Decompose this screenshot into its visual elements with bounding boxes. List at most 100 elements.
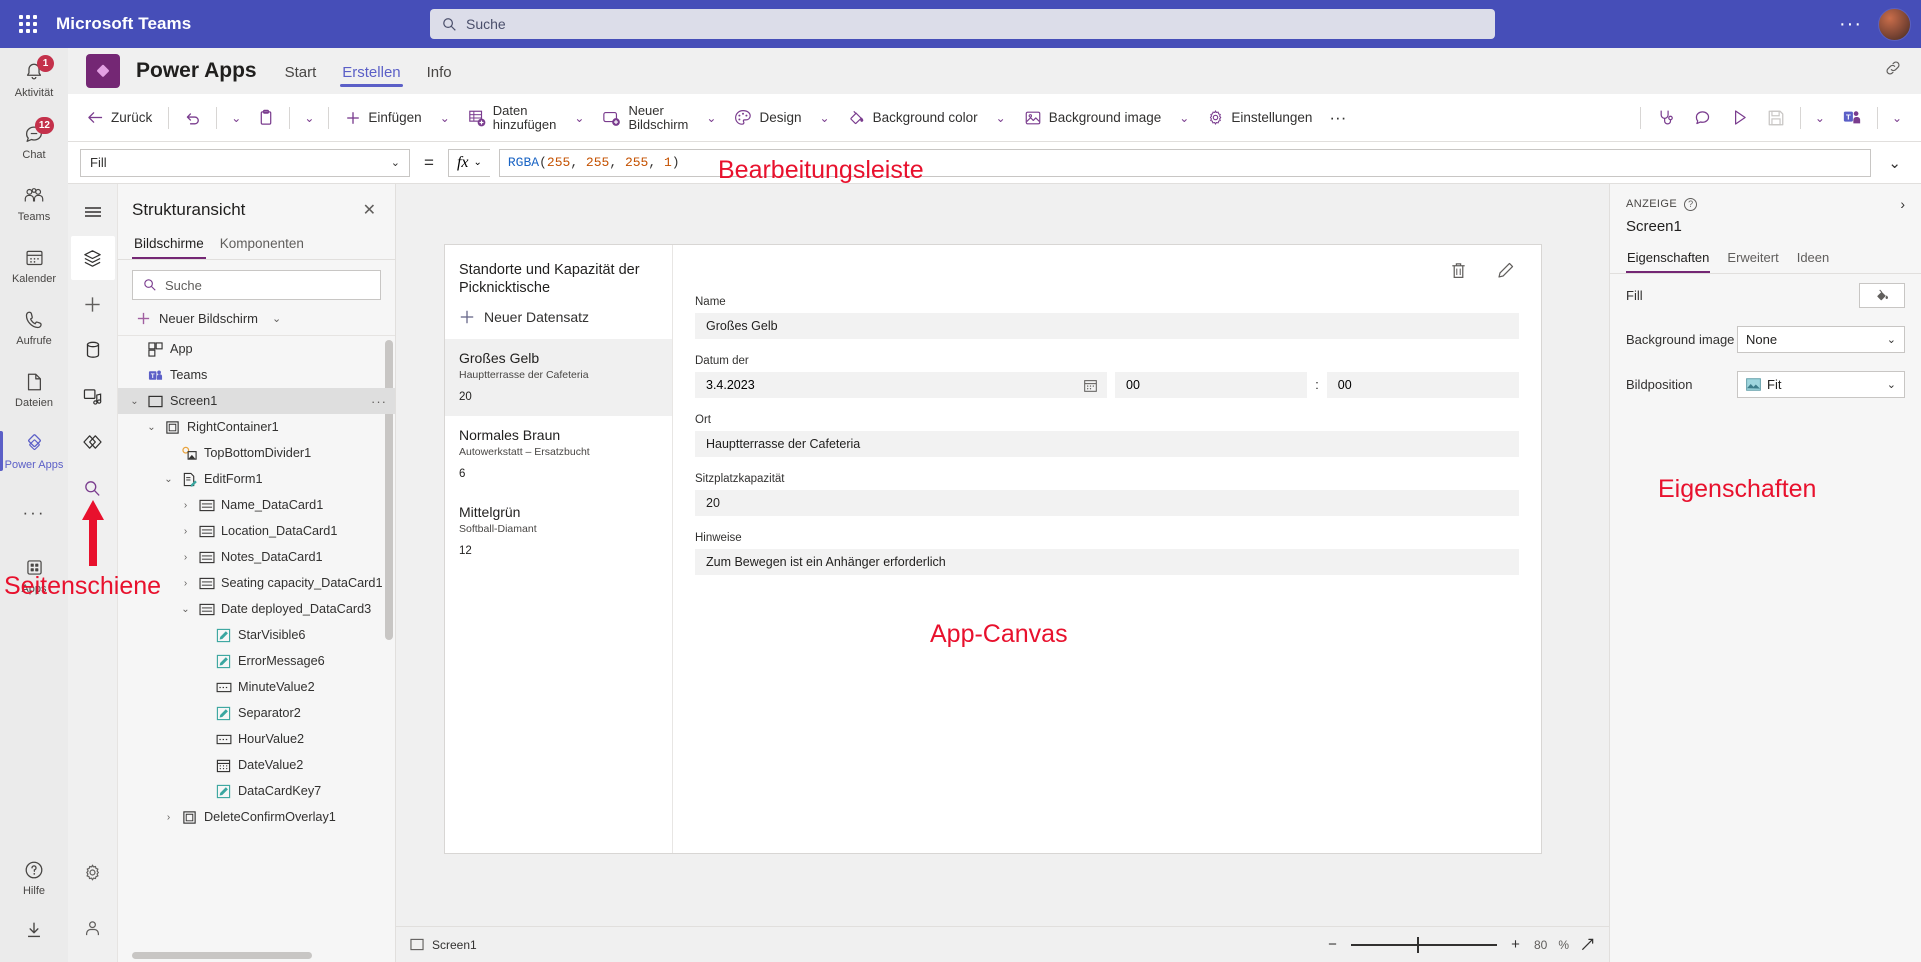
field-input-sitzplatzkapazitat[interactable]: 20 bbox=[695, 490, 1519, 516]
save-chevron-icon[interactable]: ⌄ bbox=[1808, 105, 1832, 131]
gallery-control[interactable]: Standorte und Kapazität der Picknicktisc… bbox=[445, 245, 673, 853]
redo-chevron-icon[interactable]: ⌄ bbox=[224, 105, 248, 131]
media-icon[interactable] bbox=[71, 374, 115, 418]
chevron-down-icon[interactable]: ⌄ bbox=[162, 474, 175, 485]
tree-node[interactable]: › Name_DataCard1 bbox=[118, 492, 395, 518]
field-input-hinweise[interactable]: Zum Bewegen ist ein Anhänger erforderlic… bbox=[695, 549, 1519, 575]
download-app-button[interactable] bbox=[0, 910, 68, 950]
fill-color-picker[interactable] bbox=[1859, 283, 1905, 308]
fit-screen-icon[interactable] bbox=[1580, 937, 1595, 952]
background-image-dropdown[interactable]: None ⌄ bbox=[1737, 326, 1905, 353]
app-checker-button[interactable] bbox=[1648, 102, 1683, 133]
background-color-chevron-icon[interactable]: ⌄ bbox=[989, 105, 1013, 131]
theme-chevron-icon[interactable]: ⌄ bbox=[813, 105, 837, 131]
insert-button[interactable]: Einfügen bbox=[336, 105, 430, 131]
paste-chevron-icon[interactable]: ⌄ bbox=[297, 105, 321, 131]
tree-node[interactable]: T Teams bbox=[118, 362, 395, 388]
new-record-button[interactable]: Neuer Datensatz bbox=[445, 303, 672, 339]
pencil-icon[interactable] bbox=[1492, 257, 1519, 284]
close-icon[interactable]: ✕ bbox=[358, 198, 381, 222]
settings-button[interactable]: Einstellungen bbox=[1198, 104, 1321, 131]
sidebar-item-dateien[interactable]: Dateien bbox=[0, 358, 68, 420]
new-screen-button[interactable]: Neuer Bildschirm bbox=[593, 99, 697, 137]
tab-erstellen[interactable]: Erstellen bbox=[340, 52, 403, 91]
zoom-in-button[interactable]: + bbox=[1508, 936, 1523, 953]
zoom-slider-thumb[interactable] bbox=[1416, 936, 1419, 953]
theme-button[interactable]: Design bbox=[725, 104, 810, 132]
tree-node[interactable]: HourValue2 bbox=[118, 726, 395, 752]
chevron-right-icon[interactable]: › bbox=[162, 812, 175, 823]
paste-button[interactable] bbox=[250, 103, 282, 132]
gallery-item[interactable]: Normales Braun Autowerkstatt – Ersatzbuc… bbox=[445, 416, 672, 493]
new-screen-button[interactable]: Neuer Bildschirm ⌄ bbox=[118, 304, 395, 336]
gear-icon[interactable] bbox=[71, 850, 115, 894]
data-cylinder-icon[interactable] bbox=[71, 328, 115, 372]
sidebar-item-kalender[interactable]: Kalender bbox=[0, 234, 68, 296]
tree-node[interactable]: ⌄ Date deployed_DataCard3 bbox=[118, 596, 395, 622]
formula-expand-chevron-icon[interactable]: ⌄ bbox=[1880, 154, 1909, 172]
field-input-name[interactable]: Großes Gelb bbox=[695, 313, 1519, 339]
comments-button[interactable] bbox=[1685, 102, 1720, 133]
gallery-item[interactable]: Großes Gelb Hauptterrasse der Cafeteria … bbox=[445, 339, 672, 416]
edit-form-control[interactable]: Name Großes Gelb Datum der 3.4.2023 00 :… bbox=[673, 245, 1541, 853]
sidebar-item-hilfe[interactable]: Hilfe bbox=[0, 852, 68, 902]
tree-node[interactable]: › Seating capacity_DataCard1 bbox=[118, 570, 395, 596]
link-icon[interactable] bbox=[1883, 58, 1903, 78]
bildposition-dropdown[interactable]: Fit ⌄ bbox=[1737, 371, 1905, 398]
tree-horizontal-scrollbar[interactable] bbox=[132, 952, 312, 959]
tree-node[interactable]: MinuteValue2 bbox=[118, 674, 395, 700]
tree-node[interactable]: Separator2 bbox=[118, 700, 395, 726]
search-icon[interactable] bbox=[71, 466, 115, 510]
background-image-chevron-icon[interactable]: ⌄ bbox=[1172, 105, 1196, 131]
trash-icon[interactable] bbox=[1445, 257, 1472, 284]
app-screen-preview[interactable]: Standorte und Kapazität der Picknicktisc… bbox=[444, 244, 1542, 854]
background-image-button[interactable]: Background image bbox=[1015, 104, 1171, 132]
add-data-chevron-icon[interactable]: ⌄ bbox=[567, 105, 591, 131]
tree-node[interactable]: DataCardKey7 bbox=[118, 778, 395, 804]
field-input-date[interactable]: 3.4.2023 bbox=[695, 372, 1107, 398]
hamburger-menu-icon[interactable] bbox=[71, 190, 115, 234]
chevron-right-icon[interactable]: › bbox=[179, 526, 192, 537]
insert-plus-icon[interactable] bbox=[71, 282, 115, 326]
sidebar-item-power-apps[interactable]: Power Apps bbox=[0, 420, 68, 482]
gallery-item[interactable]: Mittelgrün Softball-Diamant 12 bbox=[445, 493, 672, 570]
tree-node[interactable]: ⌄ RightContainer1 bbox=[118, 414, 395, 440]
help-circle-icon[interactable]: ? bbox=[1684, 197, 1698, 211]
avatar[interactable] bbox=[1878, 7, 1911, 41]
sidebar-item-aufrufe[interactable]: Aufrufe bbox=[0, 296, 68, 358]
chevron-down-icon[interactable]: ⌄ bbox=[145, 422, 158, 433]
zoom-slider[interactable] bbox=[1350, 936, 1497, 953]
fx-button[interactable]: fx ⌄ bbox=[447, 148, 490, 177]
sidebar-item-aktivitat[interactable]: 1 Aktivität bbox=[0, 48, 68, 110]
tab-ideen[interactable]: Ideen bbox=[1796, 247, 1831, 273]
chevron-down-icon[interactable]: ⌄ bbox=[128, 396, 141, 407]
field-input-ort[interactable]: Hauptterrasse der Cafeteria bbox=[695, 431, 1519, 457]
sidebar-item-teams[interactable]: Teams bbox=[0, 172, 68, 234]
tree-node[interactable]: ⌄ EditForm1 bbox=[118, 466, 395, 492]
status-screen-indicator[interactable]: Screen1 bbox=[410, 938, 477, 952]
tree-node[interactable]: App bbox=[118, 336, 395, 362]
field-input-minute[interactable]: 00 bbox=[1326, 372, 1520, 398]
publish-to-teams-button[interactable]: T bbox=[1834, 102, 1870, 133]
tree-node[interactable]: StarVisible6 bbox=[118, 622, 395, 648]
chevron-right-icon[interactable]: › bbox=[1900, 196, 1905, 212]
tree-node[interactable]: › DeleteConfirmOverlay1 bbox=[118, 804, 395, 830]
sidebar-item-chat[interactable]: 12 Chat bbox=[0, 110, 68, 172]
power-automate-icon[interactable] bbox=[71, 420, 115, 464]
toolbar-overflow-icon[interactable]: ··· bbox=[1323, 108, 1352, 128]
chevron-right-icon[interactable]: › bbox=[179, 552, 192, 563]
teams-search-input[interactable]: Suche bbox=[430, 9, 1495, 39]
chevron-down-icon[interactable]: ⌄ bbox=[179, 604, 192, 615]
sidebar-item-more[interactable]: ··· bbox=[0, 482, 68, 544]
tree-node[interactable]: TopBottomDivider1 bbox=[118, 440, 395, 466]
tree-node[interactable]: DateValue2 bbox=[118, 752, 395, 778]
field-input-hour[interactable]: 00 bbox=[1115, 372, 1308, 398]
publish-chevron-icon[interactable]: ⌄ bbox=[1885, 105, 1909, 131]
tree-search-input[interactable]: Suche bbox=[132, 270, 381, 300]
tab-start[interactable]: Start bbox=[283, 52, 319, 91]
sidebar-item-apps[interactable]: Apps bbox=[0, 544, 68, 606]
tree-node[interactable]: › Location_DataCard1 bbox=[118, 518, 395, 544]
tree-node[interactable]: ⌄ Screen1 ··· bbox=[118, 388, 395, 414]
undo-button[interactable] bbox=[176, 104, 209, 132]
background-color-button[interactable]: Background color bbox=[839, 104, 987, 132]
